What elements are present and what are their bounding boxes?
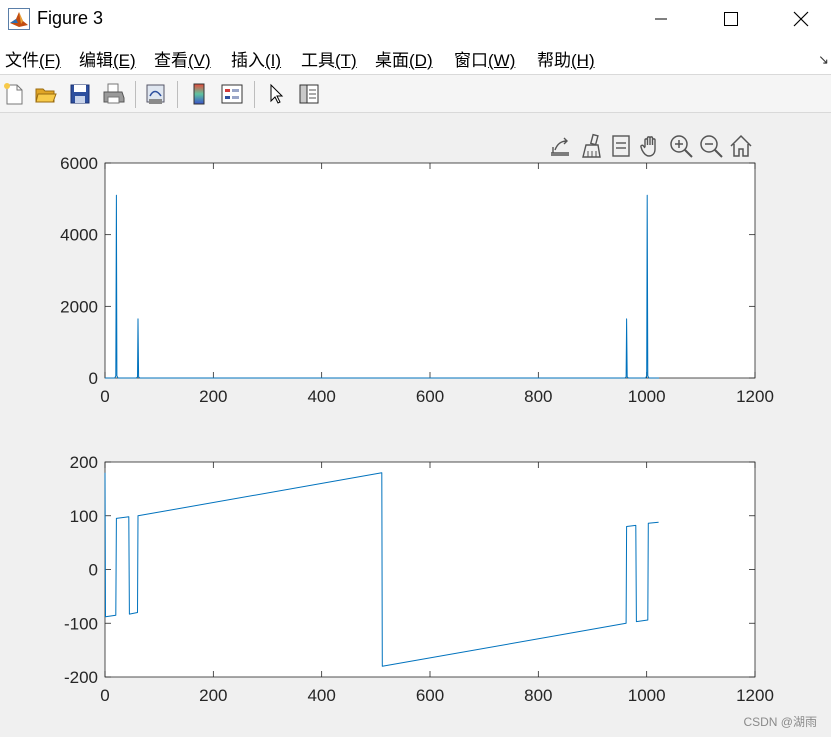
- x-tick-label: 1200: [736, 686, 774, 705]
- title-bar: Figure 3: [0, 0, 831, 38]
- close-icon: [793, 11, 809, 27]
- menu-edit-label: 编辑: [79, 51, 113, 70]
- property-inspector-button[interactable]: [295, 80, 323, 108]
- menu-edit-mnemonic: (E): [113, 51, 136, 70]
- toolbar-separator: [135, 81, 136, 108]
- toolbar-separator: [254, 81, 255, 108]
- menu-window-mnemonic: (W): [488, 51, 516, 70]
- x-tick-label: 600: [416, 686, 444, 705]
- new-figure-icon: [4, 83, 23, 105]
- menu-window[interactable]: 窗口(W): [454, 46, 515, 71]
- menu-view[interactable]: 查看(V): [154, 46, 211, 71]
- link-plot-icon: [146, 84, 165, 104]
- new-figure-button[interactable]: [0, 80, 28, 108]
- menu-tools-label: 工具: [301, 51, 335, 70]
- edit-plot-button[interactable]: [262, 80, 290, 108]
- menu-view-label: 查看: [154, 51, 188, 70]
- y-tick-label: 200: [70, 453, 98, 472]
- axes-box: [104, 461, 756, 678]
- menu-file-label: 文件: [5, 51, 39, 70]
- axes-box: [104, 162, 756, 379]
- menu-help[interactable]: 帮助(H): [537, 46, 595, 71]
- maximize-icon: [724, 12, 738, 26]
- menu-tools[interactable]: 工具(T): [301, 46, 357, 71]
- menu-desktop-label: 桌面: [375, 51, 409, 70]
- legend-icon: [221, 84, 243, 104]
- toolbar-separator: [177, 81, 178, 108]
- menu-desktop-mnemonic: (D): [409, 51, 433, 70]
- x-tick-label: 200: [199, 387, 227, 406]
- y-tick-label: 4000: [60, 226, 98, 245]
- menu-view-mnemonic: (V): [188, 51, 211, 70]
- x-tick-label: 800: [524, 686, 552, 705]
- x-tick-label: 400: [307, 387, 335, 406]
- minimize-icon: [655, 18, 667, 20]
- print-button[interactable]: [100, 80, 128, 108]
- print-icon: [103, 83, 125, 104]
- menu-help-mnemonic: (H): [571, 51, 595, 70]
- property-inspector-icon: [299, 84, 319, 104]
- x-tick-label: 200: [199, 686, 227, 705]
- menu-file[interactable]: 文件(F): [5, 46, 61, 71]
- top-axes[interactable]: 0 200 400 600 800 1000 1200 0 2000 4000 6000: [60, 154, 774, 406]
- menu-edit[interactable]: 编辑(E): [79, 46, 136, 71]
- y-tick-label: 0: [89, 561, 98, 580]
- insert-legend-button[interactable]: [218, 80, 246, 108]
- save-icon: [70, 84, 90, 104]
- open-file-button[interactable]: [32, 80, 60, 108]
- link-plot-button[interactable]: [142, 80, 170, 108]
- y-tick-label: 0: [89, 369, 98, 388]
- figure-toolbar: [0, 74, 831, 113]
- menu-window-label: 窗口: [454, 51, 488, 70]
- edit-plot-arrow-icon: [270, 83, 284, 104]
- x-tick-label: 0: [100, 387, 109, 406]
- figure-canvas: 0 200 400 600 800 1000 12000200040006000 0 200 4…: [60, 154, 774, 705]
- colorbar-icon: [193, 83, 205, 105]
- x-tick-label: 800: [524, 387, 552, 406]
- minimize-button[interactable]: [638, 0, 684, 38]
- menu-bar: 文件(F) 编辑(E) 查看(V) 插入(I) 工具(T) 桌面(D) 窗口(W…: [0, 38, 831, 74]
- save-button[interactable]: [66, 80, 94, 108]
- insert-colorbar-button[interactable]: [185, 80, 213, 108]
- x-tick-label: 600: [416, 387, 444, 406]
- x-tick-label: 0: [100, 686, 109, 705]
- watermark: CSDN @湖雨: [743, 715, 817, 729]
- y-tick-label: 2000: [60, 297, 98, 316]
- y-tick-label: 100: [70, 507, 98, 526]
- open-file-icon: [35, 88, 57, 103]
- menu-tools-mnemonic: (T): [335, 51, 357, 70]
- y-tick-label: -200: [64, 668, 98, 687]
- x-tick-label: 400: [307, 686, 335, 705]
- x-tick-label: 1200: [736, 387, 774, 406]
- menu-insert[interactable]: 插入(I): [231, 46, 281, 71]
- bottom-axes[interactable]: 0 200 400 600 800 1000 1200 -200 -100 0 100 200: [64, 453, 774, 705]
- menu-insert-mnemonic: (I): [265, 51, 282, 70]
- menu-overflow-icon[interactable]: ↘: [818, 52, 829, 68]
- y-tick-label: -100: [64, 614, 98, 633]
- menu-insert-label: 插入: [231, 51, 265, 70]
- x-tick-label: 1000: [628, 686, 666, 705]
- menu-help-label: 帮助: [537, 51, 571, 70]
- menu-file-mnemonic: (F): [39, 51, 61, 70]
- maximize-button[interactable]: [708, 0, 754, 38]
- menu-desktop[interactable]: 桌面(D): [375, 46, 433, 71]
- y-tick-label: 6000: [60, 154, 98, 173]
- x-tick-label: 1000: [628, 387, 666, 406]
- matlab-logo-icon: [8, 8, 30, 30]
- close-button[interactable]: [778, 0, 824, 38]
- window-title: Figure 3: [37, 8, 104, 28]
